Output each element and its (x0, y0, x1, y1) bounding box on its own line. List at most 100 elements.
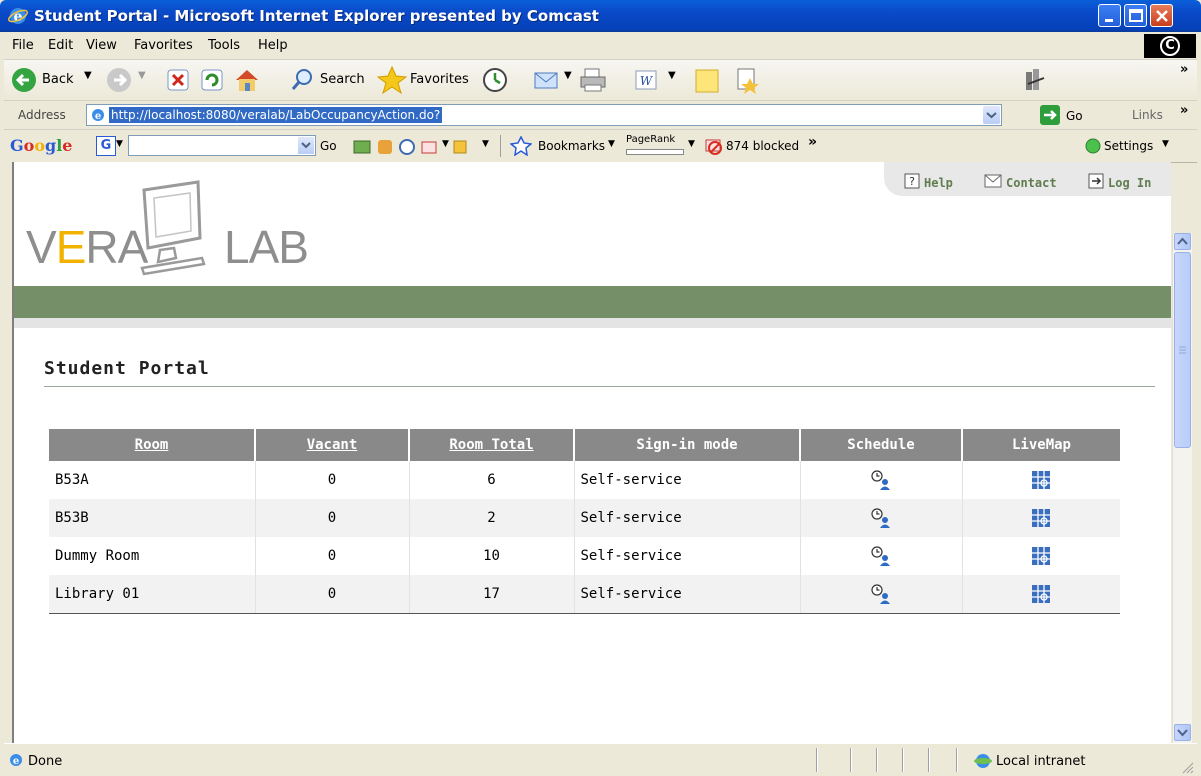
forward-arrow-icon[interactable] (104, 64, 134, 96)
pagerank-button[interactable]: PageRank (626, 134, 675, 145)
bookmarks-star-icon[interactable] (510, 136, 532, 156)
google-g-icon[interactable]: G (96, 136, 116, 156)
login-link[interactable]: Log In (1108, 176, 1151, 190)
veralab-logo[interactable]: VERA LAB (26, 176, 346, 276)
scroll-down-button[interactable] (1174, 724, 1191, 741)
scrollbar-thumb[interactable] (1174, 252, 1191, 448)
resize-grip-icon[interactable] (1180, 760, 1194, 774)
menu-favorites[interactable]: Favorites (134, 38, 193, 53)
bookmarks-button[interactable]: Bookmarks (538, 139, 605, 153)
print-icon[interactable] (578, 64, 608, 96)
schedule-icon[interactable] (870, 583, 892, 605)
google-menu-dropdown-icon[interactable]: ▼ (116, 139, 123, 149)
menu-edit[interactable]: Edit (48, 38, 73, 53)
notes-icon[interactable] (378, 140, 392, 154)
settings-status-icon[interactable] (1084, 137, 1102, 155)
refresh-icon[interactable] (198, 64, 226, 96)
edit-dropdown-icon[interactable]: ▼ (668, 70, 676, 81)
column-header-room-total[interactable]: Room Total (409, 429, 575, 461)
back-arrow-icon[interactable] (10, 64, 38, 96)
livemap-cell (962, 461, 1120, 499)
puzzle-dropdown-icon[interactable]: ▼ (482, 139, 489, 149)
mail-dropdown-icon[interactable]: ▼ (564, 70, 572, 81)
livemap-icon[interactable] (1031, 546, 1051, 566)
livemap-icon[interactable] (1031, 584, 1051, 604)
envelope-icon (984, 174, 1002, 188)
google-search-dropdown[interactable] (298, 137, 314, 154)
links-button[interactable]: Links (1132, 108, 1163, 122)
search-button-label[interactable]: Search (320, 72, 365, 87)
word-edit-icon[interactable]: W (632, 64, 660, 96)
home-icon[interactable] (232, 64, 262, 96)
settings-dropdown-icon[interactable]: ▼ (1162, 139, 1169, 149)
address-input[interactable]: e http://localhost:8080/veralab/LabOccup… (86, 104, 1002, 126)
svg-text:e: e (13, 756, 19, 767)
livemap-cell (962, 575, 1120, 614)
mail-alert-icon[interactable] (421, 141, 437, 154)
scroll-up-button[interactable] (1174, 233, 1191, 250)
address-label: Address (18, 108, 66, 122)
stop-icon[interactable] (164, 64, 192, 96)
puzzle-icon[interactable] (453, 140, 467, 154)
schedule-icon[interactable] (870, 469, 892, 491)
column-header-vacant[interactable]: Vacant (255, 429, 410, 461)
news-icon[interactable] (353, 140, 371, 154)
compass-icon[interactable] (399, 139, 415, 155)
room-name-cell: B53B (49, 499, 256, 537)
google-overflow-chevron-icon[interactable]: » (808, 134, 817, 150)
schedule-icon[interactable] (870, 507, 892, 529)
status-separator (928, 748, 930, 772)
google-toolbar-icons[interactable] (350, 137, 480, 157)
go-label[interactable]: Go (1066, 109, 1083, 123)
go-button[interactable] (1040, 105, 1060, 125)
toolbar-overflow-chevron-icon[interactable]: » (1180, 62, 1188, 77)
menu-view[interactable]: View (86, 38, 117, 53)
sign-in-mode-cell: Self-service (574, 499, 801, 537)
page-ie-icon: e (92, 109, 104, 122)
mail-alert-dropdown-icon[interactable]: ▼ (442, 139, 449, 149)
google-logo[interactable]: Google (10, 136, 72, 155)
column-header-room[interactable]: Room (49, 429, 256, 461)
maximize-button[interactable] (1124, 4, 1147, 27)
popup-blocker-icon[interactable] (704, 137, 724, 155)
favorites-star-icon[interactable] (376, 64, 408, 96)
close-button[interactable] (1150, 4, 1173, 27)
messenger-icon[interactable] (732, 64, 762, 96)
address-dropdown-button[interactable] (983, 106, 1000, 124)
links-overflow-chevron-icon[interactable]: » (1180, 103, 1188, 118)
table-row: Dummy Room 0 10 Self-service (49, 537, 1120, 575)
menu-file[interactable]: File (12, 38, 34, 53)
mail-icon[interactable] (532, 64, 562, 96)
forward-dropdown-icon[interactable]: ▼ (138, 70, 146, 81)
minimize-button[interactable] (1098, 4, 1121, 27)
sort-vacant-link[interactable]: Vacant (307, 437, 358, 453)
settings-button[interactable]: Settings (1104, 139, 1153, 153)
google-go-button[interactable]: Go (320, 139, 337, 153)
livemap-icon[interactable] (1031, 470, 1051, 490)
pagerank-dropdown-icon[interactable]: ▼ (688, 139, 695, 149)
history-icon[interactable] (480, 64, 510, 96)
toolbar-separator (500, 135, 501, 157)
livemap-icon[interactable] (1031, 508, 1051, 528)
google-search-input[interactable] (128, 135, 316, 156)
favorites-button-label[interactable]: Favorites (410, 72, 469, 87)
bookmarks-dropdown-icon[interactable]: ▼ (608, 139, 615, 149)
blocked-count[interactable]: 874 blocked (726, 139, 799, 153)
search-icon[interactable] (288, 64, 318, 96)
sort-room-total-link[interactable]: Room Total (449, 437, 533, 453)
menu-help[interactable]: Help (258, 38, 288, 53)
minimize-icon (1105, 19, 1113, 22)
vacant-cell: 0 (255, 461, 410, 499)
menu-tools[interactable]: Tools (208, 38, 240, 53)
contact-link[interactable]: Contact (1006, 176, 1057, 190)
schedule-icon[interactable] (870, 545, 892, 567)
vertical-scrollbar[interactable] (1172, 233, 1192, 743)
discuss-note-icon[interactable] (692, 64, 722, 96)
header-links: ? Help Contact Log In (884, 162, 1171, 196)
sort-room-link[interactable]: Room (135, 437, 169, 453)
back-button-label[interactable]: Back (42, 72, 74, 87)
research-icon[interactable] (1020, 64, 1050, 96)
window-title-bar[interactable]: e Student Portal - Microsoft Internet Ex… (0, 0, 1201, 32)
back-dropdown-icon[interactable]: ▼ (84, 70, 92, 81)
help-link[interactable]: Help (924, 176, 953, 190)
